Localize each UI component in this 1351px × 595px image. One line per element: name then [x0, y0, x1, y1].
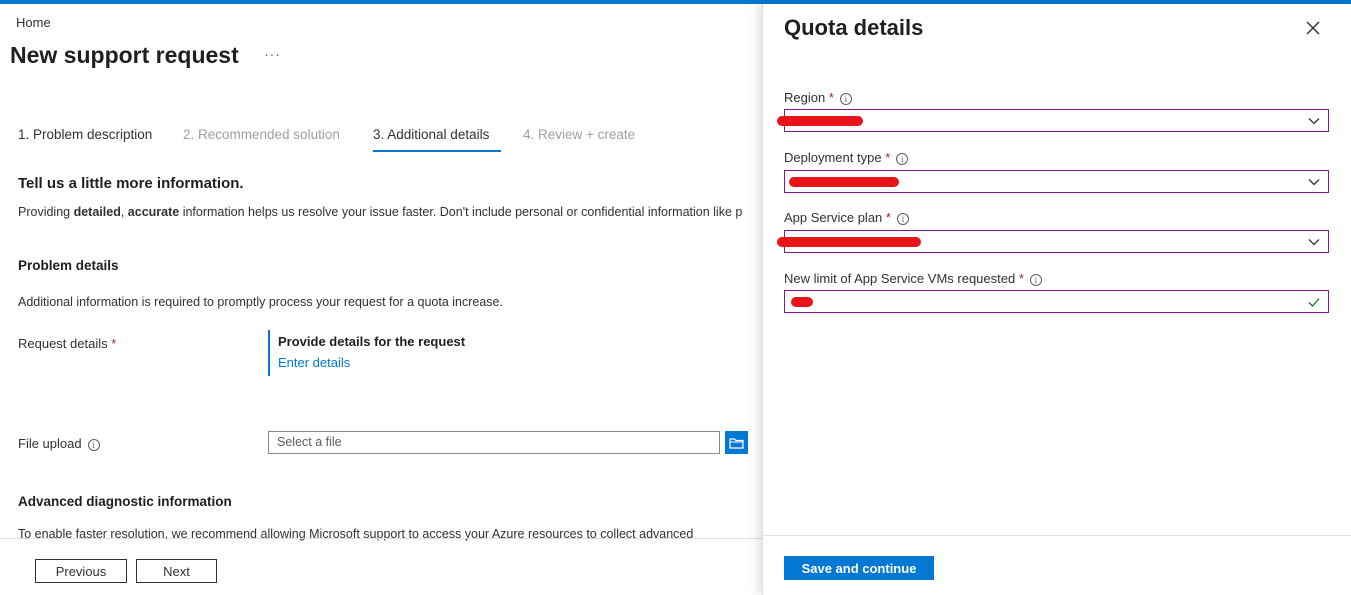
problem-details-description: Additional information is required to pr…: [18, 295, 503, 309]
step-review-create: 4. Review + create: [523, 127, 636, 142]
folder-icon: [729, 437, 744, 449]
intro-text-part: Providing: [18, 205, 74, 219]
next-button[interactable]: Next: [136, 559, 217, 583]
chevron-down-icon: [1308, 118, 1320, 125]
active-step-indicator: [373, 150, 501, 152]
required-asterisk: *: [828, 90, 834, 105]
region-label: Region * i: [784, 90, 852, 105]
deployment-type-label-text: Deployment type: [784, 150, 882, 165]
new-limit-label-text: New limit of App Service VMs requested: [784, 271, 1016, 286]
chevron-down-icon: [1308, 239, 1320, 246]
file-upload-label-text: File upload: [18, 436, 82, 451]
file-upload-input[interactable]: Select a file: [268, 431, 720, 454]
page-title: New support request: [10, 42, 239, 68]
region-dropdown[interactable]: [777, 109, 1329, 132]
panel-footer-divider: [763, 535, 1351, 536]
required-asterisk: *: [885, 150, 891, 165]
deployment-type-dropdown[interactable]: [784, 170, 1329, 193]
more-options-button[interactable]: ···: [264, 46, 281, 62]
app-service-plan-dropdown[interactable]: [777, 230, 1329, 253]
main-blade: Home New support request ··· 1. Problem …: [0, 4, 762, 595]
intro-text-part: ,: [120, 205, 128, 219]
problem-details-heading: Problem details: [18, 258, 119, 273]
info-icon[interactable]: i: [896, 212, 909, 225]
browse-folder-button[interactable]: [725, 431, 748, 454]
file-upload-label: File upload i: [18, 436, 100, 451]
checkmark-icon: [1308, 298, 1320, 307]
section-heading: Tell us a little more information.: [18, 175, 244, 192]
required-asterisk: *: [885, 210, 891, 225]
new-limit-input[interactable]: [784, 290, 1329, 313]
required-asterisk: *: [111, 336, 117, 351]
app-service-plan-label: App Service plan * i: [784, 210, 909, 225]
new-limit-label: New limit of App Service VMs requested *…: [784, 271, 1042, 286]
redaction-mark: [789, 177, 899, 187]
info-icon[interactable]: i: [87, 438, 100, 451]
close-icon[interactable]: [1305, 20, 1321, 36]
advanced-diagnostic-heading: Advanced diagnostic information: [18, 494, 232, 509]
redaction-mark: [777, 116, 863, 126]
info-icon[interactable]: i: [1029, 273, 1042, 286]
request-details-label-text: Request details: [18, 336, 108, 351]
required-asterisk: *: [1018, 271, 1024, 286]
step-additional-details[interactable]: 3. Additional details: [373, 127, 489, 142]
request-details-label: Request details *: [18, 336, 116, 351]
panel-title: Quota details: [784, 15, 924, 40]
redaction-mark: [791, 297, 813, 307]
info-icon[interactable]: i: [839, 92, 852, 105]
region-label-text: Region: [784, 90, 826, 105]
breadcrumb-home[interactable]: Home: [16, 15, 51, 30]
chevron-down-icon: [1308, 179, 1320, 186]
deployment-type-label: Deployment type * i: [784, 150, 909, 165]
enter-details-link[interactable]: Enter details: [278, 355, 465, 370]
footer-divider: [0, 538, 762, 539]
intro-text: Providing detailed, accurate information…: [18, 205, 742, 219]
info-icon[interactable]: i: [896, 152, 909, 165]
quota-details-panel: Quota details Region * i Deployment type …: [762, 4, 1351, 595]
intro-bold-accurate: accurate: [127, 205, 180, 219]
request-details-box: Provide details for the request Enter de…: [268, 330, 465, 376]
step-recommended-solution: 2. Recommended solution: [183, 127, 340, 142]
request-details-title: Provide details for the request: [278, 334, 466, 349]
app-service-plan-label-text: App Service plan: [784, 210, 883, 225]
intro-text-part: information helps us resolve your issue …: [179, 205, 743, 219]
intro-bold-detailed: detailed: [73, 205, 121, 219]
save-and-continue-button[interactable]: Save and continue: [784, 556, 934, 580]
redaction-mark: [777, 237, 921, 247]
step-problem-description[interactable]: 1. Problem description: [18, 127, 152, 142]
previous-button[interactable]: Previous: [35, 559, 127, 583]
